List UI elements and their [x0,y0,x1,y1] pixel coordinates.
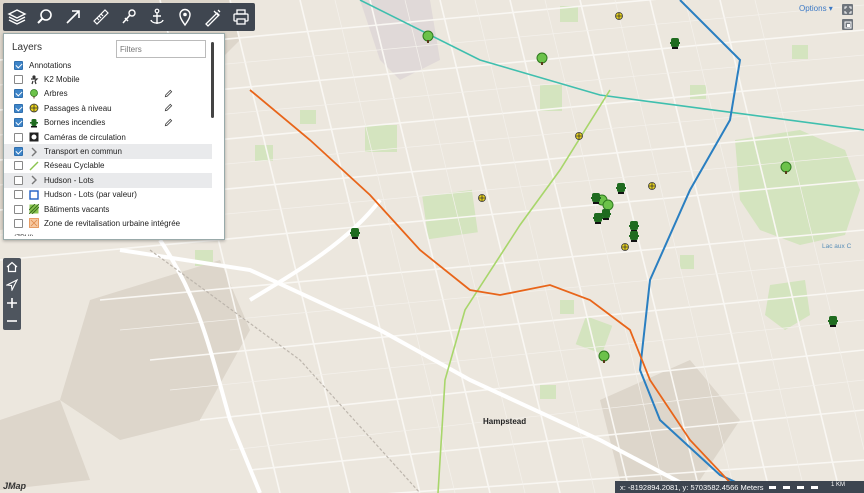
layers-panel-title: Layers [12,42,43,53]
layer-checkbox[interactable] [14,175,23,185]
layer-list: Annotations K2 Mobile Arbres Passages à niv… [4,58,212,236]
edit-pencil-icon[interactable] [164,118,174,128]
layer-label: Hudson - Lots (par valeur) [44,190,137,200]
layer-checkbox[interactable] [14,60,23,70]
hatched-icon [29,204,39,215]
location-pin-icon[interactable] [171,3,199,31]
locate-icon[interactable] [5,278,19,292]
place-label: Hampstead [483,417,527,426]
expand-icon[interactable] [842,4,853,15]
layer-checkbox[interactable] [14,190,23,200]
layer-label: Caméras de circulation [44,132,126,142]
camera-icon [29,132,39,142]
transit-icon [29,147,39,157]
zoom-in-icon[interactable] [5,296,19,310]
jmap-logo: JMap [3,481,27,491]
layer-label: Bornes incendies [44,118,106,128]
navigate-icon[interactable] [59,3,87,31]
home-icon[interactable] [5,260,19,274]
crossing-marker[interactable] [648,182,656,190]
search-icon[interactable] [31,3,59,31]
person-icon [29,74,39,85]
layer-row[interactable]: Arbres [4,87,212,101]
zoom-out-icon[interactable] [5,314,19,328]
layer-label: K2 Mobile [44,75,80,85]
crossing-marker[interactable] [478,194,486,202]
hydrant-icon [29,118,39,128]
coordinate-readout: x: -8192894.2081, y: 5703582.4566 Meters [615,481,864,493]
coordinate-text: x: -8192894.2081, y: 5703582.4566 Meters [620,482,764,492]
layer-row[interactable]: Réseau Cyclable [4,159,212,173]
layers-panel: Layers Annotations K2 Mobile Arbres Passage… [3,33,225,240]
overview-map-icon[interactable] [842,19,853,30]
square-outline-icon [29,190,39,200]
pin-tool-icon[interactable] [115,3,143,31]
layer-checkbox[interactable] [14,161,23,171]
layer-checkbox[interactable] [14,147,23,157]
tree-icon [29,89,39,99]
measure-icon[interactable] [87,3,115,31]
crossing-marker[interactable] [621,243,629,251]
layer-list-scrollbar[interactable] [211,42,214,118]
print-icon[interactable] [227,3,255,31]
layers-icon[interactable] [3,3,31,31]
layer-row[interactable]: Bâtiments vacants [4,202,212,216]
zone-icon [29,218,39,229]
layer-row[interactable]: Bornes incendies [4,116,212,130]
layer-row[interactable]: Hudson - Lots [4,173,212,188]
layer-row[interactable]: Hudson - Lots (par valeur) [4,188,212,202]
layer-checkbox[interactable] [14,118,23,128]
layer-label: Passages à niveau [44,103,112,113]
layer-filter-input[interactable] [116,40,206,58]
scale-label: 1 KM [831,482,846,488]
layer-label: Zone de revitalisation urbaine intégrée [44,218,181,228]
layer-label: Annotations [29,60,72,70]
layer-checkbox[interactable] [14,103,23,113]
crossing-marker[interactable] [575,132,583,140]
layer-label: Arbres [44,89,68,99]
lake-label: Lac aux C [822,243,852,250]
crossing-marker[interactable] [615,12,623,20]
layer-checkbox[interactable] [14,204,23,214]
layer-label: Réseau Cyclable [44,161,105,171]
layer-row[interactable]: (ZRUI) [4,231,212,236]
layer-row[interactable]: Passages à niveau [4,101,212,115]
anchor-icon[interactable] [143,3,171,31]
bike-path-icon [29,161,39,171]
crossing-icon [29,103,39,113]
layer-row[interactable]: Annotations [4,58,212,72]
edit-pencil-icon[interactable] [164,89,174,99]
edit-pencil-icon[interactable] [164,103,174,113]
layer-row[interactable]: K2 Mobile [4,72,212,86]
layer-label: (ZRUI) [14,234,212,236]
layer-checkbox[interactable] [14,75,23,85]
layer-checkbox[interactable] [14,89,23,99]
layer-row[interactable]: Transport en commun [4,144,212,159]
layer-row[interactable]: Caméras de circulation [4,130,212,144]
layer-label: Hudson - Lots [44,175,94,185]
layer-checkbox[interactable] [14,218,23,228]
main-toolbar [3,3,255,31]
layer-label: Bâtiments vacants [44,204,110,214]
map-controls [3,258,21,330]
options-menu[interactable]: Options ▾ [799,4,833,13]
scale-bar [769,486,825,489]
edit-tools-icon[interactable] [199,3,227,31]
layer-row[interactable]: Zone de revitalisation urbaine intégrée [4,216,212,230]
transit-icon [29,175,39,185]
layer-checkbox[interactable] [14,132,23,142]
tree-marker[interactable] [602,199,614,211]
layer-label: Transport en commun [44,147,122,157]
